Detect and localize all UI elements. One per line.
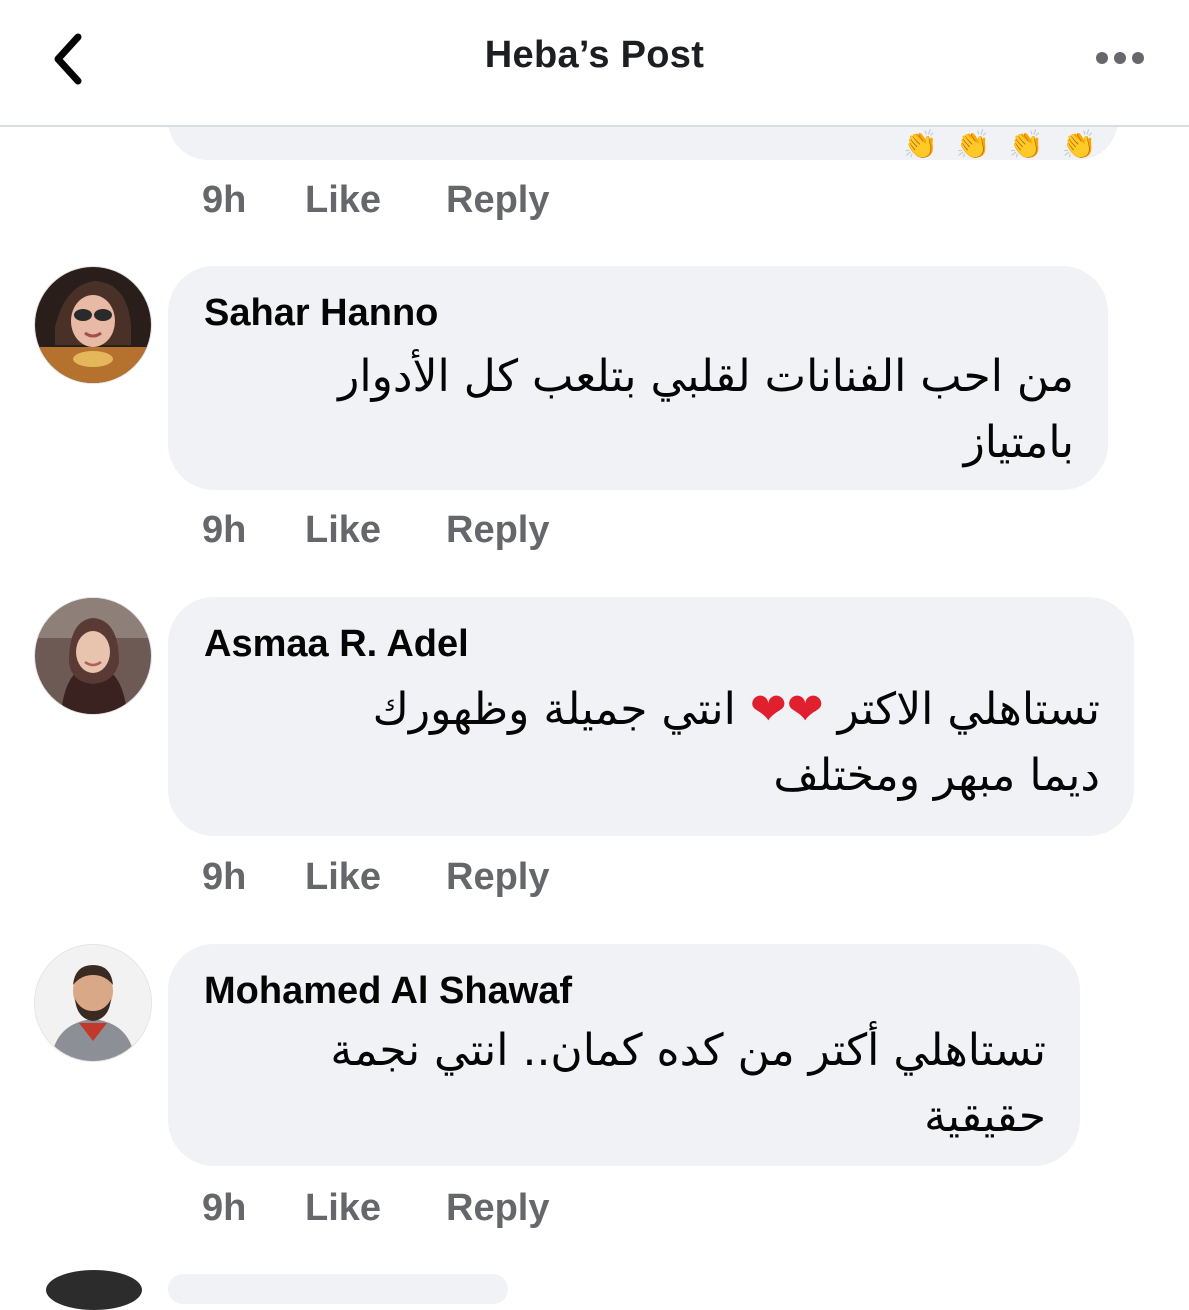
comment-text-segment: تستاهلي الاكتر [823, 684, 1100, 735]
comment-time: 9h [202, 1186, 247, 1229]
comment-author[interactable]: Asmaa R. Adel [204, 623, 469, 666]
comment-bubble: Mohamed Al Shawaf تستاهلي أكتر من كده كم… [168, 944, 1080, 1166]
profile-photo-icon [35, 598, 151, 714]
comment-text-segment: انتي جميلة وظهورك [372, 684, 750, 735]
profile-photo-icon [35, 945, 151, 1061]
profile-photo-icon [35, 267, 151, 383]
more-options-button[interactable] [1090, 40, 1150, 76]
comment-actions: 9h Like Reply [202, 1183, 549, 1233]
reply-button[interactable]: Reply [446, 1187, 549, 1230]
page-title: Heba’s Post [484, 34, 705, 76]
more-horizontal-icon [1096, 52, 1144, 64]
comment-actions: 9h Like Reply [202, 852, 549, 902]
avatar[interactable] [34, 944, 152, 1062]
comment-author[interactable]: Sahar Hanno [204, 292, 438, 335]
comment-text-line: تستاهلي الاكتر ❤❤ انتي جميلة وظهورك [200, 677, 1100, 743]
reply-button[interactable]: Reply [446, 179, 549, 222]
red-heart-emoji: ❤❤ [749, 684, 824, 735]
comment-actions-previous: 9h Like Reply [202, 175, 549, 225]
comment-text-line: ديما مبهر ومختلف [773, 750, 1100, 801]
like-button[interactable]: Like [305, 509, 446, 552]
avatar[interactable] [34, 266, 152, 384]
like-button[interactable]: Like [305, 856, 446, 899]
like-button[interactable]: Like [305, 1187, 446, 1230]
comment-author[interactable]: Mohamed Al Shawaf [204, 970, 572, 1013]
comment-bubble: Asmaa R. Adel تستاهلي الاكتر ❤❤ انتي جمي… [168, 597, 1134, 836]
comment-text: تستاهلي الاكتر ❤❤ انتي جميلة وظهورك ديما… [200, 677, 1100, 809]
top-bar: Heba’s Post [0, 0, 1189, 127]
comment-text-line: من احب الفنانات لقلبي بتلعب كل الأدوار [338, 351, 1074, 402]
reply-button[interactable]: Reply [446, 856, 549, 899]
avatar[interactable] [46, 1270, 142, 1310]
comment-text: تستاهلي أكتر من كده كمان.. انتي نجمة حقي… [330, 1018, 1046, 1150]
comment-bubble [168, 1274, 508, 1304]
comment-time: 9h [202, 508, 247, 551]
comment-bubble: Sahar Hanno من احب الفنانات لقلبي بتلعب … [168, 266, 1108, 490]
like-button[interactable]: Like [305, 179, 446, 222]
comment-time: 9h [202, 855, 247, 898]
comment-text: من احب الفنانات لقلبي بتلعب كل الأدوار ب… [338, 344, 1074, 476]
comment-text-line: تستاهلي أكتر من كده كمان.. انتي نجمة [330, 1025, 1046, 1076]
comment-text-line: بامتياز [963, 417, 1074, 468]
reply-button[interactable]: Reply [446, 509, 549, 552]
avatar[interactable] [34, 597, 152, 715]
clapping-emoji-row: 👏👏👏👏👏👏 [903, 129, 1115, 160]
comment-time: 9h [202, 178, 247, 221]
comment-text-line: حقيقية [924, 1091, 1046, 1142]
comment-actions: 9h Like Reply [202, 505, 549, 555]
